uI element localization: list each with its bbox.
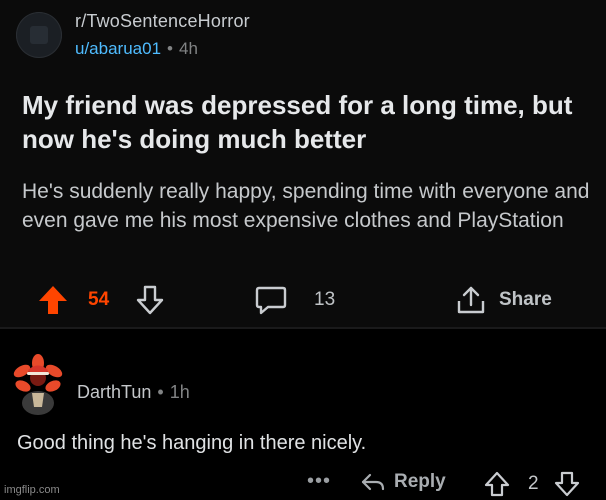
share-label: Share bbox=[499, 289, 552, 310]
comment-downvote-button[interactable] bbox=[553, 470, 581, 498]
post-title[interactable]: My friend was depressed for a long time,… bbox=[22, 88, 587, 156]
downvote-arrow-icon bbox=[136, 285, 164, 315]
comment-action-bar: ••• Reply 2 bbox=[0, 468, 606, 500]
post-body: He's suddenly really happy, spending tim… bbox=[22, 180, 590, 232]
post-score: 54 bbox=[88, 289, 110, 310]
share-button[interactable]: Share bbox=[455, 282, 552, 318]
comment-age: 1h bbox=[169, 382, 190, 402]
comment-avatar[interactable] bbox=[10, 353, 66, 415]
share-icon bbox=[457, 286, 485, 314]
downvote-arrow-icon bbox=[554, 471, 580, 497]
post-action-bar: 54 13 Share bbox=[0, 282, 606, 318]
subreddit-name[interactable]: r/TwoSentenceHorror bbox=[75, 11, 250, 32]
comment-upvote-button[interactable] bbox=[483, 470, 511, 498]
downvote-button[interactable] bbox=[135, 282, 165, 318]
comment-item: DarthTun • 1h Good thing he's hanging in… bbox=[0, 335, 606, 500]
more-options-button[interactable]: ••• bbox=[307, 470, 331, 493]
comment-score: 2 bbox=[528, 473, 539, 494]
reply-button[interactable]: Reply bbox=[360, 470, 446, 494]
post-author[interactable]: u/abarua01 bbox=[75, 39, 161, 59]
comment-bubble-icon bbox=[255, 286, 287, 315]
watermark: imgflip.com bbox=[4, 484, 60, 496]
post-card: r/TwoSentenceHorror u/abarua01 • 4h My f… bbox=[0, 0, 606, 329]
reply-label: Reply bbox=[394, 471, 446, 492]
upvote-arrow-icon bbox=[484, 471, 510, 497]
comment-meta: DarthTun • 1h bbox=[77, 382, 190, 403]
demogorgon-avatar-icon bbox=[13, 354, 63, 415]
upvote-arrow-icon bbox=[39, 286, 67, 314]
comment-button[interactable] bbox=[254, 282, 288, 318]
comment-meta-separator: • bbox=[157, 382, 164, 402]
subreddit-avatar[interactable] bbox=[16, 12, 62, 58]
section-divider bbox=[0, 327, 606, 329]
post-age: 4h bbox=[178, 39, 198, 58]
reply-arrow-icon bbox=[361, 473, 385, 491]
comment-author[interactable]: DarthTun bbox=[77, 382, 151, 403]
post-meta: u/abarua01 • 4h bbox=[75, 39, 198, 59]
comment-count: 13 bbox=[314, 289, 336, 310]
upvote-button[interactable] bbox=[36, 282, 70, 318]
meta-separator: • bbox=[167, 39, 173, 58]
comment-text: Good thing he's hanging in there nicely. bbox=[17, 432, 367, 454]
